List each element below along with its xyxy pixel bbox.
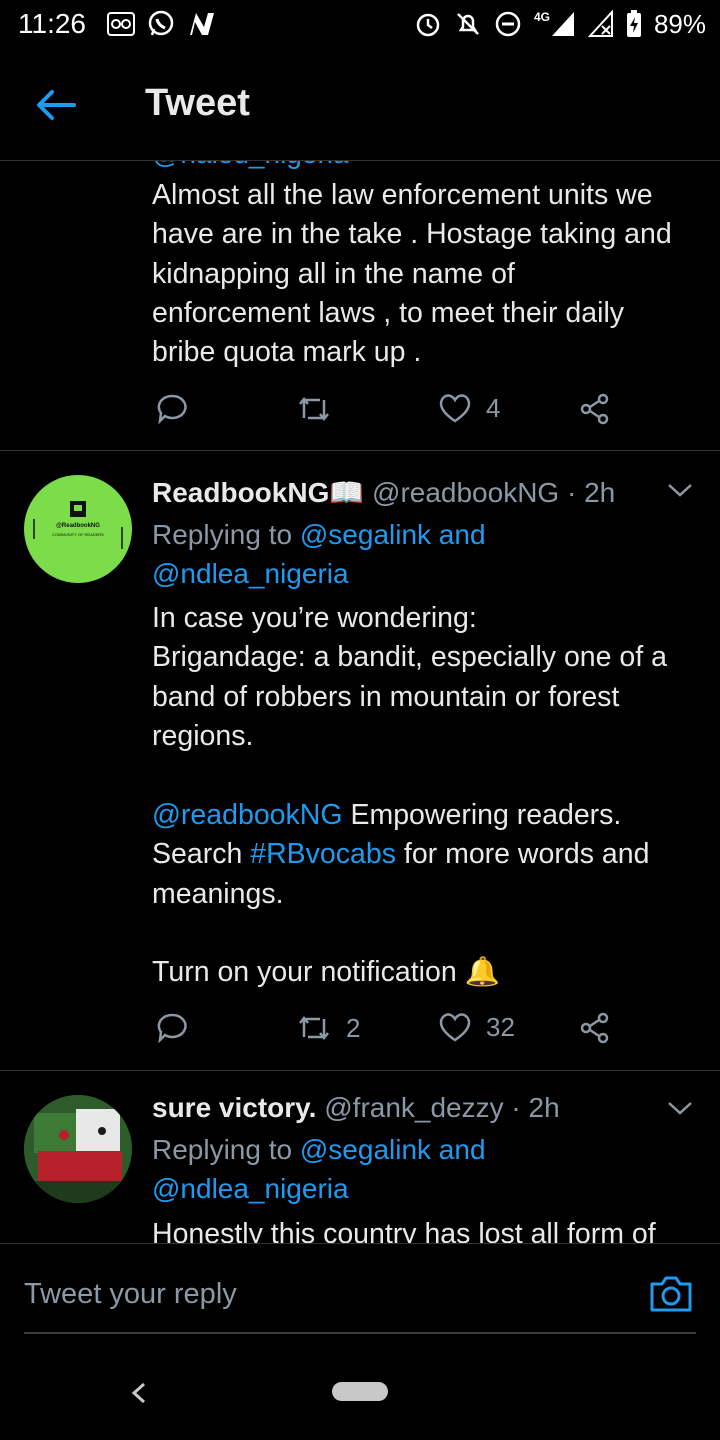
name-emoji: 📖: [329, 477, 365, 508]
chevron-down-icon[interactable]: [667, 482, 693, 498]
share-action[interactable]: [578, 392, 612, 426]
heart-icon: [439, 394, 471, 423]
hashtag-link[interactable]: #RBvocabs: [250, 838, 396, 870]
replying-users[interactable]: @segalink and: [300, 1134, 486, 1165]
tweet-handle-partial[interactable]: @naled_nigeria: [152, 160, 349, 170]
readbook-logo-icon: [33, 501, 123, 549]
tweet-text: Honestly this country has lost all form …: [152, 1218, 656, 1243]
like-action[interactable]: 4: [438, 392, 500, 424]
tweet-divider: [0, 1070, 720, 1071]
page-title: Tweet: [145, 82, 250, 124]
avatar-label: @ReadbookNG: [56, 523, 100, 529]
radio-app-icon: [107, 12, 135, 36]
avatar[interactable]: [24, 1095, 132, 1203]
tweet-actions: 4: [152, 392, 632, 432]
reply-icon: [157, 1013, 187, 1044]
reply-action[interactable]: [156, 392, 190, 426]
like-count: 4: [486, 392, 501, 423]
chevron-down-icon[interactable]: [667, 1100, 693, 1116]
network-type: 4G: [533, 10, 550, 24]
tweet-actions: 2 32: [152, 1011, 632, 1051]
signal-x-icon: [587, 10, 613, 37]
avatar-sublabel: COMMUNITY OF READERS: [52, 532, 104, 537]
status-right-icons: 4G 89%: [414, 8, 706, 40]
user-handle[interactable]: @frank_dezzy: [324, 1092, 503, 1123]
user-handle[interactable]: @readbookNG: [372, 477, 559, 508]
replying-to: Replying to @segalink and @ndlea_nigeria: [152, 1130, 712, 1208]
tweet-text-3: Turn on your notification 🔔: [152, 956, 501, 988]
replying-label: Replying to: [152, 519, 293, 550]
share-icon: [580, 393, 609, 425]
tweet-time: · 2h: [511, 1092, 560, 1123]
replying-to: Replying to @segalink and @ndlea_nigeria: [152, 515, 712, 593]
replying-users-2[interactable]: @ndlea_nigeria: [152, 1173, 349, 1204]
mention-link[interactable]: @readbookNG: [152, 799, 343, 831]
signal-icon: 4G: [534, 10, 576, 38]
tweet-time: · 2h: [566, 477, 616, 508]
status-notification-icons: [106, 8, 216, 40]
share-icon: [580, 1012, 609, 1044]
alarm-icon: [416, 13, 440, 37]
battery-percent: 89%: [653, 8, 706, 39]
battery-charging-icon: [626, 10, 641, 37]
camera-icon[interactable]: [648, 1274, 694, 1314]
reply-composer: Tweet your reply: [0, 1243, 720, 1364]
avatar-image: [24, 1095, 132, 1203]
tweet-text: In case you’re wondering: Brigandage: a …: [152, 602, 667, 752]
display-name[interactable]: ReadbookNG: [152, 477, 329, 508]
share-action[interactable]: [578, 1011, 612, 1045]
system-nav-bar: [0, 1363, 720, 1440]
nav-home-pill[interactable]: [332, 1382, 388, 1401]
status-time: 11:26: [18, 8, 86, 39]
replying-label: Replying to: [152, 1134, 293, 1165]
avatar[interactable]: @ReadbookNG COMMUNITY OF READERS: [24, 475, 132, 583]
retweet-action[interactable]: [296, 392, 346, 426]
display-name[interactable]: sure victory.: [152, 1092, 316, 1123]
back-arrow-icon[interactable]: [34, 88, 78, 122]
dnd-icon: [495, 11, 521, 37]
tweet-text: Almost all the law enforcement units we …: [152, 179, 672, 369]
retweet-icon: [299, 396, 329, 422]
retweet-count: 2: [346, 1012, 361, 1043]
tweet-divider: [0, 450, 720, 451]
like-count: 32: [486, 1011, 515, 1042]
heart-icon: [439, 1013, 471, 1042]
tweet-text-segment: Empowering readers.: [342, 799, 622, 831]
reply-input-underline: [24, 1332, 696, 1334]
retweet-icon: [299, 1015, 329, 1041]
like-action[interactable]: 32: [438, 1011, 515, 1043]
tweet-header[interactable]: sure victory. @frank_dezzy · 2h: [152, 1092, 560, 1124]
nav-back-icon[interactable]: [128, 1381, 150, 1405]
n-app-icon: [190, 13, 214, 35]
tweet-header[interactable]: ReadbookNG📖 @readbookNG · 2h: [152, 476, 615, 509]
reply-input[interactable]: Tweet your reply: [24, 1278, 237, 1311]
whatsapp-icon: [148, 10, 174, 36]
reply-icon: [157, 394, 187, 425]
mute-icon: [457, 13, 479, 35]
tweet-text-2: @readbookNG Empowering readers. Search #R…: [152, 796, 717, 914]
status-bar: 11:26 4G 89%: [0, 0, 720, 50]
tweet-thread[interactable]: @naled_nigeria Almost all the law enforc…: [0, 160, 720, 1243]
tweet-text-segment: Search: [152, 838, 251, 871]
replying-users[interactable]: @segalink and: [300, 519, 486, 550]
replying-users-2[interactable]: @ndlea_nigeria: [152, 558, 349, 589]
top-app-bar: Tweet: [0, 50, 720, 161]
reply-action[interactable]: [156, 1011, 190, 1045]
retweet-action[interactable]: 2: [296, 1011, 360, 1045]
